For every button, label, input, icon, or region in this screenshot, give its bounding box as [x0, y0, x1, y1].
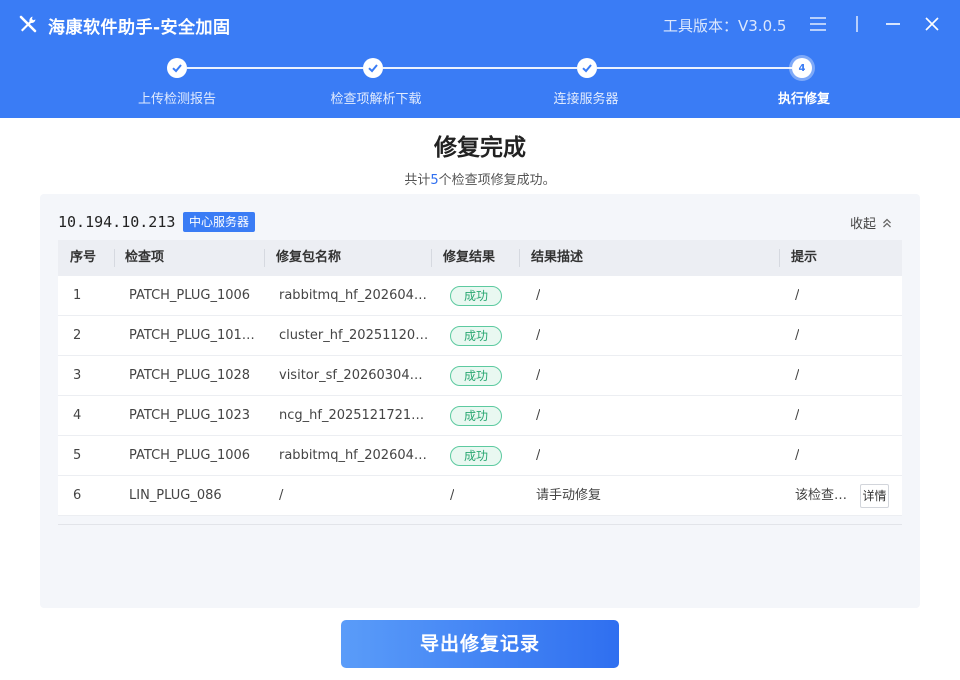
step-connector — [187, 67, 363, 69]
row-index: 5 — [73, 448, 82, 463]
table-scroll-divider — [58, 524, 902, 525]
step-4-number: 4 — [792, 58, 812, 78]
result-title: 修复完成 — [434, 135, 526, 161]
header-divider — [779, 249, 780, 267]
close-icon[interactable] — [920, 12, 944, 36]
row-item: PATCH_PLUG_1006 — [129, 448, 251, 463]
row-result: / — [450, 488, 455, 503]
row-package: / — [279, 488, 284, 503]
minimize-icon[interactable] — [881, 12, 905, 36]
row-tip: 该检查项在 — [795, 488, 859, 503]
collapse-label: 收起 — [850, 217, 877, 232]
header-divider — [431, 249, 432, 267]
result-table: 序号 检查项 修复包名称 修复结果 结果描述 提示 1 PATCH_PLUG_1… — [58, 240, 902, 516]
row-index: 6 — [73, 488, 82, 503]
row-tip: / — [795, 288, 800, 303]
server-role-badge: 中心服务器 — [183, 212, 256, 232]
header-tip: 提示 — [791, 250, 818, 265]
row-item: PATCH_PLUG_1016… — [129, 328, 259, 343]
row-description: / — [536, 328, 541, 343]
success-badge: 成功 — [450, 406, 502, 426]
header-divider — [114, 249, 115, 267]
success-badge: 成功 — [450, 366, 502, 386]
row-description: / — [536, 288, 541, 303]
row-package: ncg_hf_2025121721… — [279, 408, 425, 423]
row-description: / — [536, 448, 541, 463]
table-header: 序号 检查项 修复包名称 修复结果 结果描述 提示 — [58, 240, 902, 276]
tools-icon — [19, 15, 37, 33]
row-index: 4 — [73, 408, 82, 423]
row-package: visitor_sf_20260304… — [279, 368, 423, 383]
row-package: rabbitmq_hf_2026040… — [279, 288, 429, 303]
title-bar: 海康软件助手-安全加固 工具版本：V3.0.5 4 上传检测报告 检查项解析下载… — [0, 0, 960, 118]
success-badge: 成功 — [450, 286, 502, 306]
export-repair-record-button[interactable]: 导出修复记录 — [341, 620, 619, 668]
row-description: / — [536, 368, 541, 383]
divider-icon — [856, 16, 858, 32]
header-item: 检查项 — [125, 250, 165, 265]
header-result: 修复结果 — [443, 250, 496, 265]
version-label: 工具版本：V3.0.5 — [663, 17, 787, 35]
progress-steps: 4 上传检测报告 检查项解析下载 连接服务器 执行修复 — [0, 56, 960, 112]
row-item: PATCH_PLUG_1028 — [129, 368, 251, 383]
row-description: / — [536, 408, 541, 423]
success-count: 5 — [430, 173, 439, 188]
step-connector — [383, 67, 577, 69]
collapse-button[interactable]: 收起 — [850, 213, 893, 232]
step-2-check-icon — [363, 58, 383, 78]
row-index: 1 — [73, 288, 82, 303]
step-1-check-icon — [167, 58, 187, 78]
server-ip: 10.194.10.213 — [58, 213, 176, 231]
row-tip: / — [795, 448, 800, 463]
table-row: 4 PATCH_PLUG_1023 ncg_hf_2025121721… 成功 … — [58, 396, 902, 436]
row-index: 2 — [73, 328, 82, 343]
success-badge: 成功 — [450, 326, 502, 346]
row-item: LIN_PLUG_086 — [129, 488, 222, 503]
row-item: PATCH_PLUG_1006 — [129, 288, 251, 303]
row-package: rabbitmq_hf_2026040… — [279, 448, 429, 463]
step-label-repair: 执行修复 — [777, 92, 831, 107]
row-description: 请手动修复 — [536, 488, 602, 503]
table-row: 2 PATCH_PLUG_1016… cluster_hf_20251120… … — [58, 316, 902, 356]
menu-icon[interactable] — [806, 12, 830, 36]
table-row: 6 LIN_PLUG_086 / / 请手动修复 该检查项在 详情 — [58, 476, 902, 516]
header-package: 修复包名称 — [276, 250, 342, 265]
row-tip: / — [795, 328, 800, 343]
table-row: 3 PATCH_PLUG_1028 visitor_sf_20260304… 成… — [58, 356, 902, 396]
header-description: 结果描述 — [531, 250, 584, 265]
step-3-check-icon — [577, 58, 597, 78]
success-badge: 成功 — [450, 446, 502, 466]
row-tip: / — [795, 408, 800, 423]
row-tip: / — [795, 368, 800, 383]
row-item: PATCH_PLUG_1023 — [129, 408, 251, 423]
detail-button[interactable]: 详情 — [860, 484, 889, 508]
header-index: 序号 — [70, 250, 97, 265]
row-package: cluster_hf_20251120… — [279, 328, 429, 343]
step-label-parse: 检查项解析下载 — [330, 92, 422, 107]
header-divider — [264, 249, 265, 267]
result-summary: 共计5个检查项修复成功。 — [404, 173, 556, 188]
table-row: 5 PATCH_PLUG_1006 rabbitmq_hf_2026040… 成… — [58, 436, 902, 476]
step-label-connect: 连接服务器 — [553, 92, 619, 107]
table-row: 1 PATCH_PLUG_1006 rabbitmq_hf_2026040… 成… — [58, 276, 902, 316]
double-chevron-up-icon — [883, 218, 891, 227]
app-title: 海康软件助手-安全加固 — [48, 18, 231, 38]
step-label-upload: 上传检测报告 — [137, 92, 217, 107]
row-index: 3 — [73, 368, 82, 383]
header-divider — [519, 249, 520, 267]
step-connector — [597, 67, 792, 69]
